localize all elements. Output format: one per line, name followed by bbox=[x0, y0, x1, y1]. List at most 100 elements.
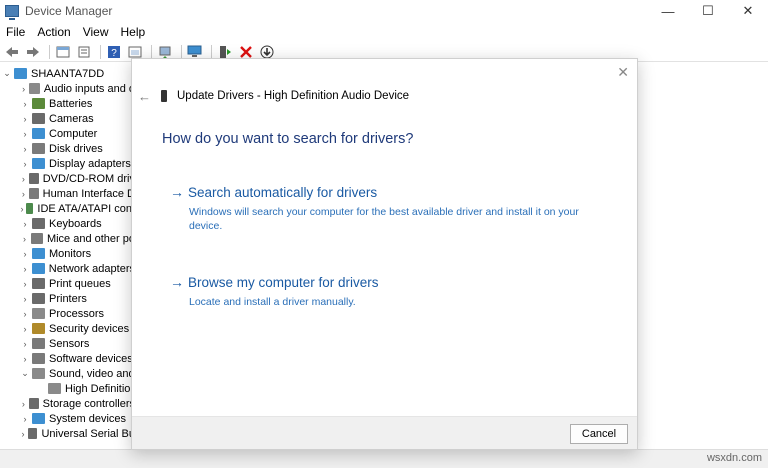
device-category-icon bbox=[29, 83, 40, 94]
tree-category[interactable]: › Security devices bbox=[0, 321, 135, 336]
chevron-right-icon[interactable]: › bbox=[18, 99, 32, 109]
device-category-icon bbox=[32, 143, 45, 154]
toolbar-separator bbox=[100, 44, 101, 59]
chevron-right-icon[interactable]: › bbox=[18, 399, 29, 409]
device-category-icon bbox=[30, 233, 43, 244]
device-tree[interactable]: ⌄ SHAANTA7DD › Audio inputs and o › Batteri… bbox=[0, 66, 135, 446]
tree-category[interactable]: › Human Interface D bbox=[0, 186, 135, 201]
window-title: Device Manager bbox=[25, 4, 113, 18]
chevron-right-icon[interactable]: › bbox=[18, 129, 32, 139]
menu-bar: File Action View Help bbox=[0, 23, 768, 41]
forward-arrow-icon[interactable] bbox=[24, 44, 41, 60]
chevron-down-icon[interactable]: ⌄ bbox=[0, 68, 14, 79]
tree-item-label: Processors bbox=[49, 307, 105, 320]
device-category-icon bbox=[32, 338, 45, 349]
menu-help[interactable]: Help bbox=[115, 25, 152, 39]
menu-file[interactable]: File bbox=[0, 25, 31, 39]
device-category-icon bbox=[32, 98, 45, 109]
tree-category[interactable]: › Audio inputs and o bbox=[0, 81, 135, 96]
tree-item-label: Keyboards bbox=[49, 217, 102, 230]
tree-category[interactable]: › Disk drives bbox=[0, 141, 135, 156]
tree-category[interactable]: › Sensors bbox=[0, 336, 135, 351]
menu-action[interactable]: Action bbox=[31, 25, 76, 39]
tree-item-label: System devices bbox=[49, 412, 127, 425]
minimize-button[interactable]: — bbox=[648, 0, 688, 22]
properties-icon[interactable] bbox=[54, 44, 71, 60]
device-category-icon bbox=[32, 158, 45, 169]
tree-category[interactable]: › Cameras bbox=[0, 111, 135, 126]
chevron-right-icon[interactable]: › bbox=[18, 219, 32, 229]
tree-category[interactable]: › Processors bbox=[0, 306, 135, 321]
search-automatically-desc: Windows will search your computer for th… bbox=[189, 206, 579, 232]
tree-category[interactable]: › Software devices bbox=[0, 351, 135, 366]
tree-category[interactable]: › Universal Serial Bu bbox=[0, 426, 135, 441]
dialog-close-icon[interactable]: ✕ bbox=[617, 64, 629, 81]
watermark: wsxdn.com bbox=[706, 452, 762, 464]
chevron-right-icon[interactable]: › bbox=[18, 84, 29, 94]
list-view-icon[interactable] bbox=[75, 44, 92, 60]
search-automatically-title: Search automatically for drivers bbox=[188, 184, 378, 200]
chevron-right-icon[interactable]: › bbox=[18, 114, 32, 124]
help-icon[interactable]: ? bbox=[105, 44, 122, 60]
chevron-right-icon[interactable]: › bbox=[18, 159, 32, 169]
device-category-icon bbox=[32, 323, 45, 334]
tree-item-label: Batteries bbox=[49, 97, 93, 110]
chevron-right-icon[interactable]: › bbox=[18, 234, 31, 244]
browse-computer-title: Browse my computer for drivers bbox=[188, 274, 379, 290]
chevron-right-icon[interactable]: › bbox=[18, 294, 32, 304]
tree-category[interactable]: › Print queues bbox=[0, 276, 135, 291]
close-button[interactable]: ✕ bbox=[728, 0, 768, 22]
chevron-right-icon[interactable]: › bbox=[18, 144, 32, 154]
chevron-right-icon[interactable]: › bbox=[18, 339, 32, 349]
toolbar-separator bbox=[49, 44, 50, 59]
tree-item-label: Mice and other po bbox=[46, 232, 135, 245]
tree-category[interactable]: › Computer bbox=[0, 126, 135, 141]
tree-category[interactable]: › Mice and other po bbox=[0, 231, 135, 246]
chevron-right-icon[interactable]: › bbox=[18, 414, 32, 424]
device-category-icon bbox=[32, 248, 45, 259]
device-category-icon bbox=[32, 293, 45, 304]
chevron-right-icon[interactable]: › bbox=[18, 429, 28, 439]
device-category-icon bbox=[32, 278, 45, 289]
tree-root[interactable]: ⌄ SHAANTA7DD bbox=[0, 66, 135, 81]
search-automatically-option[interactable]: → Search automatically for drivers Windo… bbox=[170, 184, 610, 233]
chevron-right-icon[interactable]: › bbox=[18, 189, 29, 199]
chevron-right-icon[interactable]: › bbox=[18, 279, 32, 289]
browse-computer-option[interactable]: → Browse my computer for drivers Locate … bbox=[170, 274, 610, 309]
tree-child-item[interactable]: High Definitio bbox=[0, 381, 135, 396]
tree-category[interactable]: › Monitors bbox=[0, 246, 135, 261]
device-category-icon bbox=[32, 128, 45, 139]
tree-category[interactable]: › Printers bbox=[0, 291, 135, 306]
chevron-right-icon[interactable]: › bbox=[18, 249, 32, 259]
maximize-button[interactable]: ☐ bbox=[688, 0, 728, 22]
chevron-right-icon[interactable]: › bbox=[18, 204, 26, 214]
tree-category[interactable]: › System devices bbox=[0, 411, 135, 426]
tree-category[interactable]: › IDE ATA/ATAPI cont bbox=[0, 201, 135, 216]
device-category-icon bbox=[32, 368, 45, 379]
tree-category[interactable]: › Keyboards bbox=[0, 216, 135, 231]
back-arrow-icon[interactable] bbox=[3, 44, 20, 60]
device-category-icon bbox=[25, 203, 34, 214]
chevron-right-icon[interactable]: › bbox=[18, 309, 32, 319]
device-category-icon bbox=[28, 398, 39, 409]
dialog-back-arrow-icon[interactable]: ← bbox=[138, 89, 151, 104]
browse-computer-link[interactable]: → Browse my computer for drivers bbox=[170, 274, 610, 290]
tree-category[interactable]: › Batteries bbox=[0, 96, 135, 111]
chevron-right-icon[interactable]: › bbox=[18, 174, 29, 184]
device-category-icon bbox=[28, 428, 38, 439]
tree-category[interactable]: › DVD/CD-ROM driv bbox=[0, 171, 135, 186]
right-arrow-icon: → bbox=[170, 184, 184, 200]
tree-category[interactable]: ⌄ Sound, video and bbox=[0, 366, 135, 381]
chevron-down-icon[interactable]: ⌄ bbox=[18, 368, 32, 379]
window-controls: — ☐ ✕ bbox=[648, 0, 768, 22]
menu-view[interactable]: View bbox=[77, 25, 115, 39]
tree-category[interactable]: › Network adapters bbox=[0, 261, 135, 276]
cancel-button[interactable]: Cancel bbox=[570, 424, 628, 444]
tree-category[interactable]: › Storage controllers bbox=[0, 396, 135, 411]
tree-category[interactable]: › Display adapters bbox=[0, 156, 135, 171]
chevron-right-icon[interactable]: › bbox=[18, 354, 32, 364]
tree-item-label: Print queues bbox=[49, 277, 111, 290]
chevron-right-icon[interactable]: › bbox=[18, 324, 32, 334]
search-automatically-link[interactable]: → Search automatically for drivers bbox=[170, 184, 610, 200]
chevron-right-icon[interactable]: › bbox=[18, 264, 32, 274]
